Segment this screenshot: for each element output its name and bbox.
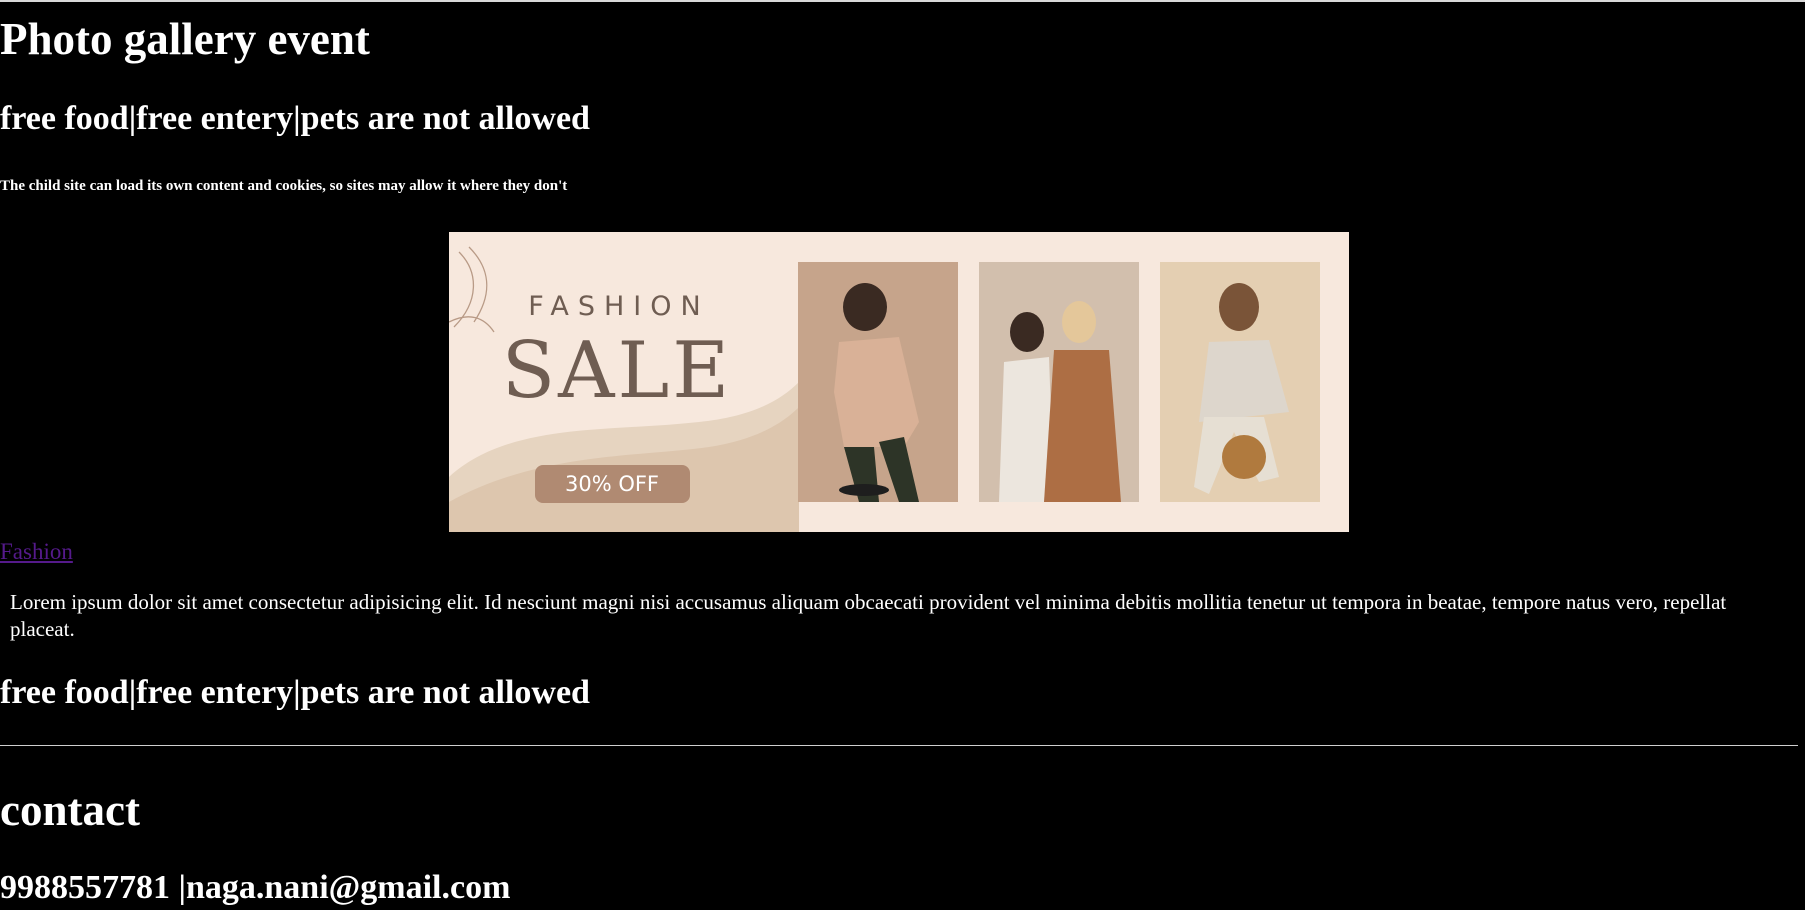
fashion-link[interactable]: Fashion (0, 539, 73, 564)
top-border (0, 0, 1805, 2)
banner-fashion-text: FASHION (528, 291, 709, 322)
contact-details: 9988557781 |naga.nani@gmail.com (0, 869, 511, 906)
model-photo-2 (979, 262, 1139, 502)
divider (0, 745, 1798, 746)
contact-heading: contact (0, 785, 140, 835)
discount-text: 30% OFF (565, 472, 659, 496)
model-photo-1 (798, 262, 958, 502)
banner-sale-text: SALE (502, 326, 733, 416)
note-text: The child site can load its own content … (0, 178, 568, 194)
page-title: Photo gallery event (0, 14, 370, 64)
event-subtitle: free food|free entery|pets are not allow… (0, 100, 590, 137)
model-photo-3 (1160, 262, 1320, 502)
fashion-sale-banner-image: FASHION SALE 30% OFF (449, 232, 1349, 532)
banner-caption: Fashion (0, 537, 1797, 567)
event-subtitle-repeat: free food|free entery|pets are not allow… (0, 674, 590, 711)
description-paragraph: Lorem ipsum dolor sit amet consectetur a… (10, 590, 1727, 641)
